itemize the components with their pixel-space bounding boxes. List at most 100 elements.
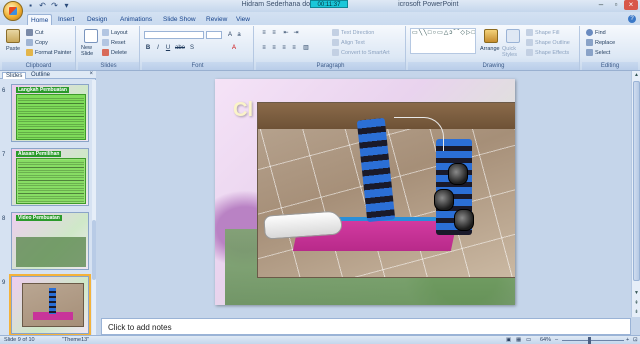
zoom-slider[interactable] — [562, 337, 624, 344]
cut-button[interactable]: Cut — [26, 29, 44, 36]
align-right-icon[interactable]: ≡ — [280, 44, 288, 52]
quick-styles-icon — [506, 29, 520, 43]
replace-button[interactable]: Replace — [586, 39, 615, 46]
status-bar: Slide 9 of 10 "Theme13" ▣ ▦ ▭ 64% – + ⊡ — [0, 335, 640, 344]
align-center-icon[interactable]: ≡ — [270, 44, 278, 52]
delete-button[interactable]: Delete — [102, 49, 127, 56]
zoom-slider-knob[interactable] — [588, 337, 591, 344]
italic-button[interactable]: I — [154, 44, 162, 52]
editing-label: Editing — [582, 62, 638, 70]
help-icon[interactable]: ? — [628, 15, 636, 23]
clipboard-group: Paste Cut Copy Format Painter Clipboard — [2, 26, 76, 70]
shape-outline-button[interactable]: Shape Outline — [526, 39, 570, 46]
redo-icon[interactable]: ↷ — [50, 1, 59, 10]
layout-button[interactable]: Layout — [102, 29, 128, 36]
minimize-button[interactable]: – — [594, 0, 608, 10]
close-button[interactable]: × — [624, 0, 638, 10]
slide-scrollbar[interactable]: ▲ ▼ ⇞ ⇟ — [631, 71, 640, 317]
zoom-out-icon[interactable]: – — [555, 337, 558, 343]
next-slide-icon[interactable]: ⇟ — [632, 308, 640, 316]
ribbon: Paste Cut Copy Format Painter Clipboard … — [0, 25, 640, 71]
shape-fill-button[interactable]: Shape Fill — [526, 29, 559, 36]
arrange-button[interactable]: Arrange — [480, 46, 500, 52]
scroll-up-icon[interactable]: ▲ — [632, 71, 640, 79]
paragraph-group: ≡ ≡ ⇤ ⇥ ≡ ≡ ≡ ≡ ▥ Text Direction Align T… — [256, 26, 406, 70]
slide-photo[interactable] — [257, 102, 515, 278]
strikethrough-button[interactable]: abe — [174, 44, 186, 52]
tab-animations[interactable]: Animations — [117, 14, 155, 25]
tab-home[interactable]: Home — [27, 14, 53, 25]
editing-group: Find Replace Select Editing — [582, 26, 638, 70]
select-button[interactable]: Select — [586, 49, 610, 56]
text-direction-button[interactable]: Text Direction — [332, 29, 374, 36]
shadow-button[interactable]: S — [188, 44, 196, 52]
find-button[interactable]: Find — [586, 29, 606, 36]
decrease-indent-icon[interactable]: ⇤ — [282, 29, 290, 37]
thumb-text-lines — [18, 160, 84, 202]
slide-thumbnail-7[interactable]: Alasan Pemilihan — [11, 148, 89, 206]
numbering-icon[interactable]: ≡ — [270, 29, 278, 37]
qat-dropdown-icon[interactable]: ▾ — [62, 1, 71, 10]
close-panel-icon[interactable]: × — [89, 71, 93, 77]
columns-icon[interactable]: ▥ — [302, 44, 310, 52]
font-color-button[interactable]: A — [230, 44, 238, 52]
convert-smartart-button[interactable]: Convert to SmartArt — [332, 49, 390, 56]
tab-outline[interactable]: Outline — [28, 72, 53, 79]
thumb-photo — [22, 283, 84, 327]
tab-review[interactable]: Review — [203, 14, 230, 25]
format-painter-button[interactable]: Format Painter — [26, 49, 71, 56]
align-left-icon[interactable]: ≡ — [260, 44, 268, 52]
brush-icon — [26, 49, 33, 56]
copy-button[interactable]: Copy — [26, 39, 48, 46]
bullets-icon[interactable]: ≡ — [260, 29, 268, 37]
thumbnail-title: Video Pembuatan — [16, 215, 62, 221]
new-slide-icon — [84, 29, 98, 43]
slide-thumbnail-9[interactable] — [9, 274, 91, 335]
grow-font-button[interactable]: A — [226, 31, 234, 39]
slide-title[interactable]: Cl — [233, 99, 253, 122]
slide-thumbnail-6[interactable]: Langkah Pembuatan — [11, 84, 89, 142]
fit-to-window-icon[interactable]: ⊡ — [633, 337, 638, 343]
notes-pane[interactable]: Click to add notes — [101, 318, 631, 335]
new-slide-button[interactable]: New Slide — [81, 45, 101, 57]
underline-button[interactable]: U — [164, 44, 172, 52]
font-size-input[interactable] — [206, 31, 222, 39]
shrink-font-button[interactable]: a — [235, 31, 243, 39]
quick-styles-button[interactable]: Quick Styles — [502, 46, 522, 58]
office-button[interactable] — [3, 1, 23, 21]
align-text-button[interactable]: Align Text — [332, 39, 365, 46]
reset-button[interactable]: Reset — [102, 39, 125, 46]
bold-button[interactable]: B — [144, 44, 152, 52]
drawing-label: Drawing — [408, 62, 579, 70]
panel-scrollbar[interactable] — [92, 80, 96, 335]
panel-scroll-thumb[interactable] — [92, 220, 96, 280]
undo-icon[interactable]: ↶ — [38, 1, 47, 10]
zoom-in-icon[interactable]: + — [626, 337, 629, 343]
font-name-input[interactable] — [144, 31, 204, 39]
thumbnail-title: Alasan Pemilihan — [16, 151, 62, 157]
increase-indent-icon[interactable]: ⇥ — [292, 29, 300, 37]
maximize-button[interactable]: ▫ — [609, 0, 623, 10]
normal-view-icon[interactable]: ▣ — [506, 337, 511, 343]
reset-icon — [102, 39, 109, 46]
slide-scroll-thumb[interactable] — [633, 81, 640, 281]
scroll-down-icon[interactable]: ▼ — [632, 289, 640, 297]
smartart-icon — [332, 49, 339, 56]
save-icon[interactable]: ▪ — [26, 1, 35, 10]
shapes-gallery[interactable]: ▭╲╲□○▭△ↄ⌒◇▷□○◻ — [410, 28, 476, 54]
previous-slide-icon[interactable]: ⇞ — [632, 299, 640, 307]
slide-sorter-icon[interactable]: ▦ — [516, 337, 521, 343]
slide-thumbnail-8[interactable]: Video Pembuatan — [11, 212, 89, 270]
zoom-level[interactable]: 64% — [540, 337, 551, 343]
tab-design[interactable]: Design — [84, 14, 110, 25]
current-slide[interactable]: Cl — [215, 79, 515, 305]
tab-slide-show[interactable]: Slide Show — [160, 14, 199, 25]
paste-button[interactable]: Paste — [6, 46, 20, 52]
shape-effects-button[interactable]: Shape Effects — [526, 49, 569, 56]
slide-show-icon[interactable]: ▭ — [526, 337, 531, 343]
tab-slides[interactable]: Slides — [2, 72, 27, 79]
tab-insert[interactable]: Insert — [55, 14, 77, 25]
justify-icon[interactable]: ≡ — [290, 44, 298, 52]
tab-view[interactable]: View — [233, 14, 253, 25]
font-label: Font — [142, 62, 253, 70]
